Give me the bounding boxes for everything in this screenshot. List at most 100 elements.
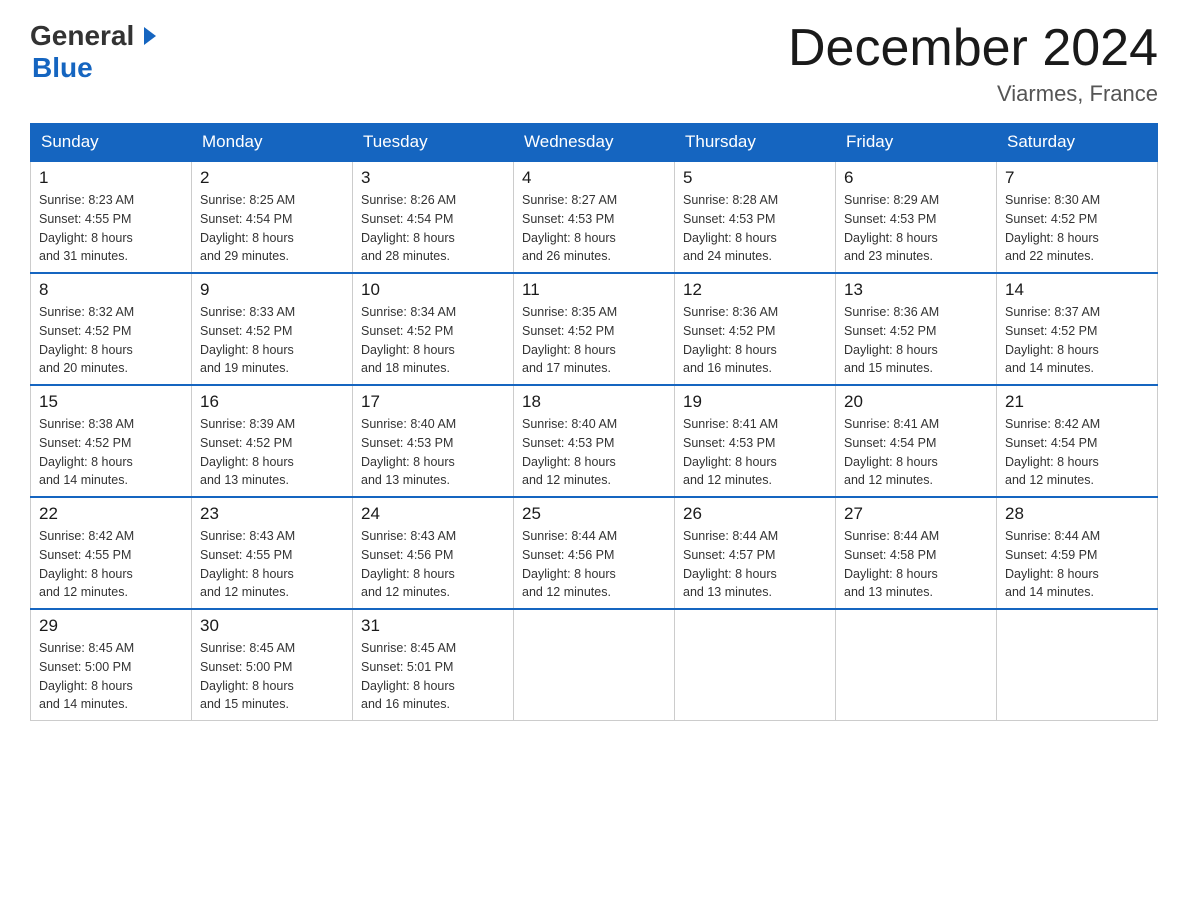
day-info: Sunrise: 8:43 AMSunset: 4:55 PMDaylight:… bbox=[200, 527, 344, 602]
day-number: 3 bbox=[361, 168, 505, 188]
day-info: Sunrise: 8:45 AMSunset: 5:01 PMDaylight:… bbox=[361, 639, 505, 714]
day-number: 16 bbox=[200, 392, 344, 412]
day-info: Sunrise: 8:32 AMSunset: 4:52 PMDaylight:… bbox=[39, 303, 183, 378]
day-number: 8 bbox=[39, 280, 183, 300]
calendar-cell: 27Sunrise: 8:44 AMSunset: 4:58 PMDayligh… bbox=[836, 497, 997, 609]
calendar-cell: 18 Sunrise: 8:40 AMSunset: 4:53 PMDayligh… bbox=[514, 385, 675, 497]
calendar-cell: 31Sunrise: 8:45 AMSunset: 5:01 PMDayligh… bbox=[353, 609, 514, 721]
day-number: 17 bbox=[361, 392, 505, 412]
day-info: Sunrise: 8:44 AMSunset: 4:57 PMDaylight:… bbox=[683, 527, 827, 602]
day-number: 30 bbox=[200, 616, 344, 636]
day-number: 12 bbox=[683, 280, 827, 300]
day-number: 7 bbox=[1005, 168, 1149, 188]
day-info: Sunrise: 8:42 AMSunset: 4:55 PMDaylight:… bbox=[39, 527, 183, 602]
calendar-cell: 14 Sunrise: 8:37 AMSunset: 4:52 PMDayligh… bbox=[997, 273, 1158, 385]
logo-arrow-icon bbox=[136, 25, 158, 47]
day-info: Sunrise: 8:40 AMSunset: 4:53 PMDaylight:… bbox=[522, 415, 666, 490]
day-info: Sunrise: 8:39 AMSunset: 4:52 PMDaylight:… bbox=[200, 415, 344, 490]
calendar-cell: 21 Sunrise: 8:42 AMSunset: 4:54 PMDayligh… bbox=[997, 385, 1158, 497]
day-info: Sunrise: 8:44 AMSunset: 4:59 PMDaylight:… bbox=[1005, 527, 1149, 602]
calendar-cell: 15 Sunrise: 8:38 AMSunset: 4:52 PMDayligh… bbox=[31, 385, 192, 497]
col-friday: Friday bbox=[836, 124, 997, 162]
calendar-cell bbox=[836, 609, 997, 721]
week-row-5: 29 Sunrise: 8:45 AMSunset: 5:00 PMDayligh… bbox=[31, 609, 1158, 721]
day-info: Sunrise: 8:40 AMSunset: 4:53 PMDaylight:… bbox=[361, 415, 505, 490]
day-info: Sunrise: 8:33 AMSunset: 4:52 PMDaylight:… bbox=[200, 303, 344, 378]
calendar-cell: 10 Sunrise: 8:34 AMSunset: 4:52 PMDayligh… bbox=[353, 273, 514, 385]
calendar-cell: 17 Sunrise: 8:40 AMSunset: 4:53 PMDayligh… bbox=[353, 385, 514, 497]
calendar-cell: 23Sunrise: 8:43 AMSunset: 4:55 PMDayligh… bbox=[192, 497, 353, 609]
day-info: Sunrise: 8:45 AMSunset: 5:00 PMDaylight:… bbox=[39, 639, 183, 714]
calendar-cell: 13Sunrise: 8:36 AMSunset: 4:52 PMDayligh… bbox=[836, 273, 997, 385]
col-saturday: Saturday bbox=[997, 124, 1158, 162]
day-number: 2 bbox=[200, 168, 344, 188]
day-info: Sunrise: 8:26 AMSunset: 4:54 PMDaylight:… bbox=[361, 191, 505, 266]
day-info: Sunrise: 8:41 AMSunset: 4:53 PMDaylight:… bbox=[683, 415, 827, 490]
col-monday: Monday bbox=[192, 124, 353, 162]
calendar-table: Sunday Monday Tuesday Wednesday Thursday… bbox=[30, 123, 1158, 721]
calendar-cell: 12 Sunrise: 8:36 AMSunset: 4:52 PMDayligh… bbox=[675, 273, 836, 385]
day-number: 14 bbox=[1005, 280, 1149, 300]
day-info: Sunrise: 8:29 AMSunset: 4:53 PMDaylight:… bbox=[844, 191, 988, 266]
calendar-cell: 7 Sunrise: 8:30 AMSunset: 4:52 PMDaylight… bbox=[997, 161, 1158, 273]
day-info: Sunrise: 8:36 AMSunset: 4:52 PMDaylight:… bbox=[683, 303, 827, 378]
day-info: Sunrise: 8:34 AMSunset: 4:52 PMDaylight:… bbox=[361, 303, 505, 378]
day-info: Sunrise: 8:44 AMSunset: 4:58 PMDaylight:… bbox=[844, 527, 988, 602]
day-number: 18 bbox=[522, 392, 666, 412]
day-number: 28 bbox=[1005, 504, 1149, 524]
col-thursday: Thursday bbox=[675, 124, 836, 162]
calendar-cell: 5 Sunrise: 8:28 AMSunset: 4:53 PMDaylight… bbox=[675, 161, 836, 273]
calendar-cell bbox=[514, 609, 675, 721]
calendar-header-row: Sunday Monday Tuesday Wednesday Thursday… bbox=[31, 124, 1158, 162]
col-wednesday: Wednesday bbox=[514, 124, 675, 162]
day-info: Sunrise: 8:41 AMSunset: 4:54 PMDaylight:… bbox=[844, 415, 988, 490]
day-number: 15 bbox=[39, 392, 183, 412]
day-info: Sunrise: 8:28 AMSunset: 4:53 PMDaylight:… bbox=[683, 191, 827, 266]
day-info: Sunrise: 8:45 AMSunset: 5:00 PMDaylight:… bbox=[200, 639, 344, 714]
calendar-cell: 29 Sunrise: 8:45 AMSunset: 5:00 PMDayligh… bbox=[31, 609, 192, 721]
day-number: 29 bbox=[39, 616, 183, 636]
day-number: 5 bbox=[683, 168, 827, 188]
day-number: 26 bbox=[683, 504, 827, 524]
calendar-cell: 28 Sunrise: 8:44 AMSunset: 4:59 PMDayligh… bbox=[997, 497, 1158, 609]
calendar-cell: 24Sunrise: 8:43 AMSunset: 4:56 PMDayligh… bbox=[353, 497, 514, 609]
calendar-cell: 3 Sunrise: 8:26 AMSunset: 4:54 PMDaylight… bbox=[353, 161, 514, 273]
day-number: 21 bbox=[1005, 392, 1149, 412]
day-info: Sunrise: 8:30 AMSunset: 4:52 PMDaylight:… bbox=[1005, 191, 1149, 266]
calendar-cell: 1Sunrise: 8:23 AMSunset: 4:55 PMDaylight… bbox=[31, 161, 192, 273]
day-info: Sunrise: 8:42 AMSunset: 4:54 PMDaylight:… bbox=[1005, 415, 1149, 490]
col-tuesday: Tuesday bbox=[353, 124, 514, 162]
day-number: 19 bbox=[683, 392, 827, 412]
day-number: 20 bbox=[844, 392, 988, 412]
calendar-cell: 30 Sunrise: 8:45 AMSunset: 5:00 PMDayligh… bbox=[192, 609, 353, 721]
week-row-3: 15 Sunrise: 8:38 AMSunset: 4:52 PMDayligh… bbox=[31, 385, 1158, 497]
day-number: 1 bbox=[39, 168, 183, 188]
day-number: 11 bbox=[522, 280, 666, 300]
page-title: December 2024 bbox=[788, 20, 1158, 77]
title-block: December 2024 Viarmes, France bbox=[788, 20, 1158, 107]
day-number: 13 bbox=[844, 280, 988, 300]
logo: General Blue bbox=[30, 20, 158, 84]
calendar-cell: 11 Sunrise: 8:35 AMSunset: 4:52 PMDayligh… bbox=[514, 273, 675, 385]
calendar-cell bbox=[675, 609, 836, 721]
day-info: Sunrise: 8:35 AMSunset: 4:52 PMDaylight:… bbox=[522, 303, 666, 378]
calendar-cell: 25Sunrise: 8:44 AMSunset: 4:56 PMDayligh… bbox=[514, 497, 675, 609]
calendar-cell: 19 Sunrise: 8:41 AMSunset: 4:53 PMDayligh… bbox=[675, 385, 836, 497]
calendar-cell: 2 Sunrise: 8:25 AMSunset: 4:54 PMDaylight… bbox=[192, 161, 353, 273]
day-info: Sunrise: 8:37 AMSunset: 4:52 PMDaylight:… bbox=[1005, 303, 1149, 378]
day-number: 10 bbox=[361, 280, 505, 300]
calendar-cell: 16 Sunrise: 8:39 AMSunset: 4:52 PMDayligh… bbox=[192, 385, 353, 497]
week-row-2: 8 Sunrise: 8:32 AMSunset: 4:52 PMDaylight… bbox=[31, 273, 1158, 385]
day-info: Sunrise: 8:25 AMSunset: 4:54 PMDaylight:… bbox=[200, 191, 344, 266]
day-number: 24 bbox=[361, 504, 505, 524]
calendar-cell bbox=[997, 609, 1158, 721]
calendar-cell: 8 Sunrise: 8:32 AMSunset: 4:52 PMDaylight… bbox=[31, 273, 192, 385]
day-info: Sunrise: 8:27 AMSunset: 4:53 PMDaylight:… bbox=[522, 191, 666, 266]
logo-general-text: General bbox=[30, 20, 134, 52]
day-number: 6 bbox=[844, 168, 988, 188]
calendar-cell: 6 Sunrise: 8:29 AMSunset: 4:53 PMDaylight… bbox=[836, 161, 997, 273]
calendar-cell: 9Sunrise: 8:33 AMSunset: 4:52 PMDaylight… bbox=[192, 273, 353, 385]
page-header: General Blue December 2024 Viarmes, Fran… bbox=[30, 20, 1158, 107]
day-info: Sunrise: 8:38 AMSunset: 4:52 PMDaylight:… bbox=[39, 415, 183, 490]
day-number: 4 bbox=[522, 168, 666, 188]
